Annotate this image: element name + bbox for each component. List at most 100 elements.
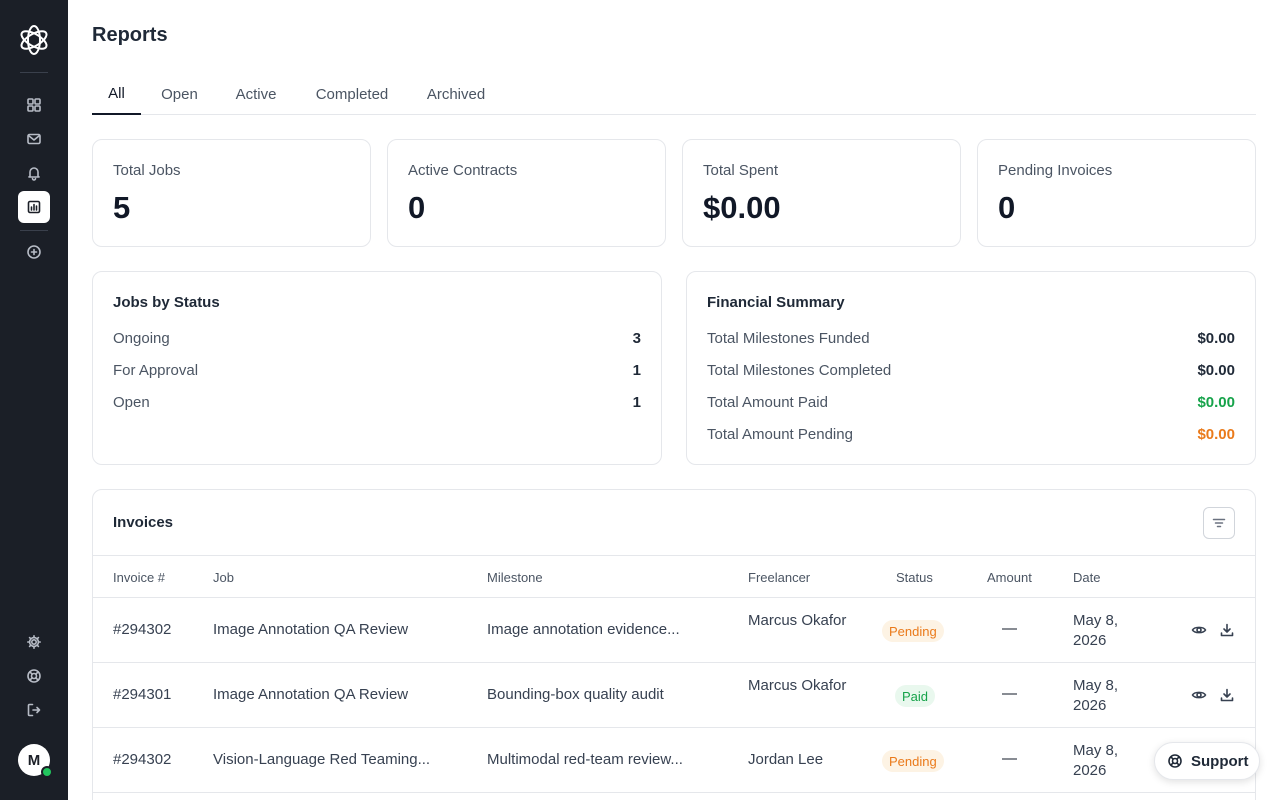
download-icon bbox=[1220, 623, 1234, 637]
status-row-open: Open 1 bbox=[113, 394, 641, 414]
sidebar-item-logout[interactable] bbox=[18, 694, 50, 726]
status-tabs: All Open Active Completed Archived bbox=[92, 74, 1256, 115]
sidebar: M bbox=[0, 0, 68, 800]
summary-value: $0.00 bbox=[1197, 330, 1235, 347]
sidebar-item-reports[interactable] bbox=[18, 191, 50, 223]
milestone-name: Bounding-box quality audit bbox=[487, 686, 664, 703]
sidebar-divider bbox=[20, 72, 48, 73]
summary-label: Total Amount Paid bbox=[707, 394, 828, 411]
download-button[interactable] bbox=[1219, 622, 1235, 638]
panel-title: Financial Summary bbox=[707, 294, 845, 311]
summary-label: Total Milestones Funded bbox=[707, 330, 870, 347]
summary-row-amount-paid: Total Amount Paid $0.00 bbox=[707, 394, 1235, 414]
stat-value: 5 bbox=[113, 190, 131, 225]
filter-icon bbox=[1212, 518, 1226, 528]
panel-title: Jobs by Status bbox=[113, 294, 220, 311]
summary-label: Total Milestones Completed bbox=[707, 362, 892, 379]
status-badge: Pending bbox=[882, 620, 944, 642]
column-header-milestone: Milestone bbox=[487, 570, 543, 585]
stat-label: Active Contracts bbox=[408, 162, 518, 179]
sidebar-item-dashboard[interactable] bbox=[18, 89, 50, 121]
summary-value: $0.00 bbox=[1197, 426, 1235, 443]
status-count: 1 bbox=[632, 362, 641, 379]
eye-icon bbox=[1191, 691, 1207, 699]
status-label: Ongoing bbox=[113, 330, 170, 347]
view-button[interactable] bbox=[1191, 622, 1207, 638]
table-header: Invoice # Job Milestone Freelancer Statu… bbox=[93, 555, 1255, 598]
lifebuoy-icon bbox=[1168, 754, 1182, 768]
invoices-panel: Invoices Invoice # Job Milestone Freelan… bbox=[92, 489, 1256, 800]
stat-card-active-contracts: Active Contracts 0 bbox=[387, 139, 666, 247]
column-header-freelancer: Freelancer bbox=[748, 570, 811, 585]
support-button[interactable]: Support bbox=[1154, 742, 1260, 780]
status-label: Open bbox=[113, 394, 150, 411]
amount-value: — bbox=[1002, 750, 1017, 767]
sidebar-item-notifications[interactable] bbox=[18, 157, 50, 189]
milestone-name: Image annotation evidence... bbox=[487, 621, 680, 638]
stat-value: $0.00 bbox=[703, 190, 781, 225]
sidebar-item-create[interactable] bbox=[18, 236, 50, 268]
financial-summary-panel: Financial Summary Total Milestones Funde… bbox=[686, 271, 1256, 465]
tab-all[interactable]: All bbox=[92, 74, 141, 115]
stat-card-pending-invoices: Pending Invoices 0 bbox=[977, 139, 1256, 247]
invoice-number: #294302 bbox=[113, 621, 172, 638]
stat-label: Total Jobs bbox=[113, 162, 181, 179]
mail-icon bbox=[27, 133, 41, 145]
table-row[interactable]: #294302 Image Annotation QA Review Image… bbox=[93, 598, 1255, 663]
summary-row-milestones-completed: Total Milestones Completed $0.00 bbox=[707, 362, 1235, 382]
invoice-number: #294302 bbox=[113, 751, 172, 768]
sidebar-item-messages[interactable] bbox=[18, 123, 50, 155]
amount-value: — bbox=[1002, 620, 1017, 637]
status-label: For Approval bbox=[113, 362, 199, 379]
summary-row-amount-pending: Total Amount Pending $0.00 bbox=[707, 426, 1235, 446]
status-badge: Pending bbox=[882, 750, 944, 772]
invoice-number: #294301 bbox=[113, 686, 172, 703]
tab-open[interactable]: Open bbox=[152, 74, 207, 115]
status-row-ongoing: Ongoing 3 bbox=[113, 330, 641, 350]
chart-icon bbox=[27, 200, 41, 214]
panel-title: Invoices bbox=[113, 514, 174, 531]
invoice-date: May 8, 2026 bbox=[1073, 742, 1119, 779]
sidebar-divider bbox=[20, 230, 48, 231]
column-header-job: Job bbox=[213, 570, 234, 585]
stat-value: 0 bbox=[998, 190, 1016, 225]
job-name[interactable]: Image Annotation QA Review bbox=[213, 621, 408, 638]
page-title: Reports bbox=[92, 24, 168, 46]
freelancer-name: Jordan Lee bbox=[748, 751, 824, 768]
column-header-date: Date bbox=[1073, 570, 1101, 585]
eye-icon bbox=[1191, 626, 1207, 634]
amount-value: — bbox=[1002, 685, 1017, 702]
filter-button[interactable] bbox=[1203, 507, 1235, 539]
job-name[interactable]: Image Annotation QA Review bbox=[213, 686, 408, 703]
jobs-by-status-panel: Jobs by Status Ongoing 3 For Approval 1 … bbox=[92, 271, 662, 465]
sidebar-item-help[interactable] bbox=[18, 660, 50, 692]
sidebar-item-settings[interactable] bbox=[18, 626, 50, 658]
invoice-date: May 8, 2026 bbox=[1073, 612, 1119, 649]
tab-archived[interactable]: Archived bbox=[418, 74, 494, 115]
table-row[interactable]: #294302 Vision-Language Red Teaming... M… bbox=[93, 728, 1255, 793]
grid-icon bbox=[27, 98, 41, 112]
stat-value: 0 bbox=[408, 190, 426, 225]
column-header-status: Status bbox=[896, 570, 933, 585]
invoice-date: May 8, 2026 bbox=[1073, 677, 1119, 714]
app-logo-icon[interactable] bbox=[17, 23, 51, 57]
milestone-name: Multimodal red-team review... bbox=[487, 751, 683, 768]
job-name[interactable]: Vision-Language Red Teaming... bbox=[213, 751, 430, 768]
logout-icon bbox=[27, 703, 41, 717]
tab-active[interactable]: Active bbox=[226, 74, 286, 115]
status-row-for-approval: For Approval 1 bbox=[113, 362, 641, 382]
column-header-invoice: Invoice # bbox=[113, 570, 166, 585]
view-button[interactable] bbox=[1191, 687, 1207, 703]
summary-value: $0.00 bbox=[1197, 394, 1235, 411]
table-row[interactable]: #294301 Image Annotation QA Review Bound… bbox=[93, 663, 1255, 728]
settings-icon bbox=[27, 635, 41, 649]
tab-completed[interactable]: Completed bbox=[306, 74, 398, 115]
stat-label: Total Spent bbox=[703, 162, 779, 179]
freelancer-name: Marcus Okafor bbox=[748, 677, 847, 694]
avatar-initial: M bbox=[27, 751, 41, 769]
plus-circle-icon bbox=[27, 245, 41, 259]
online-status-dot bbox=[41, 766, 53, 778]
summary-label: Total Amount Pending bbox=[707, 426, 853, 443]
stat-card-total-spent: Total Spent $0.00 bbox=[682, 139, 961, 247]
download-button[interactable] bbox=[1219, 687, 1235, 703]
